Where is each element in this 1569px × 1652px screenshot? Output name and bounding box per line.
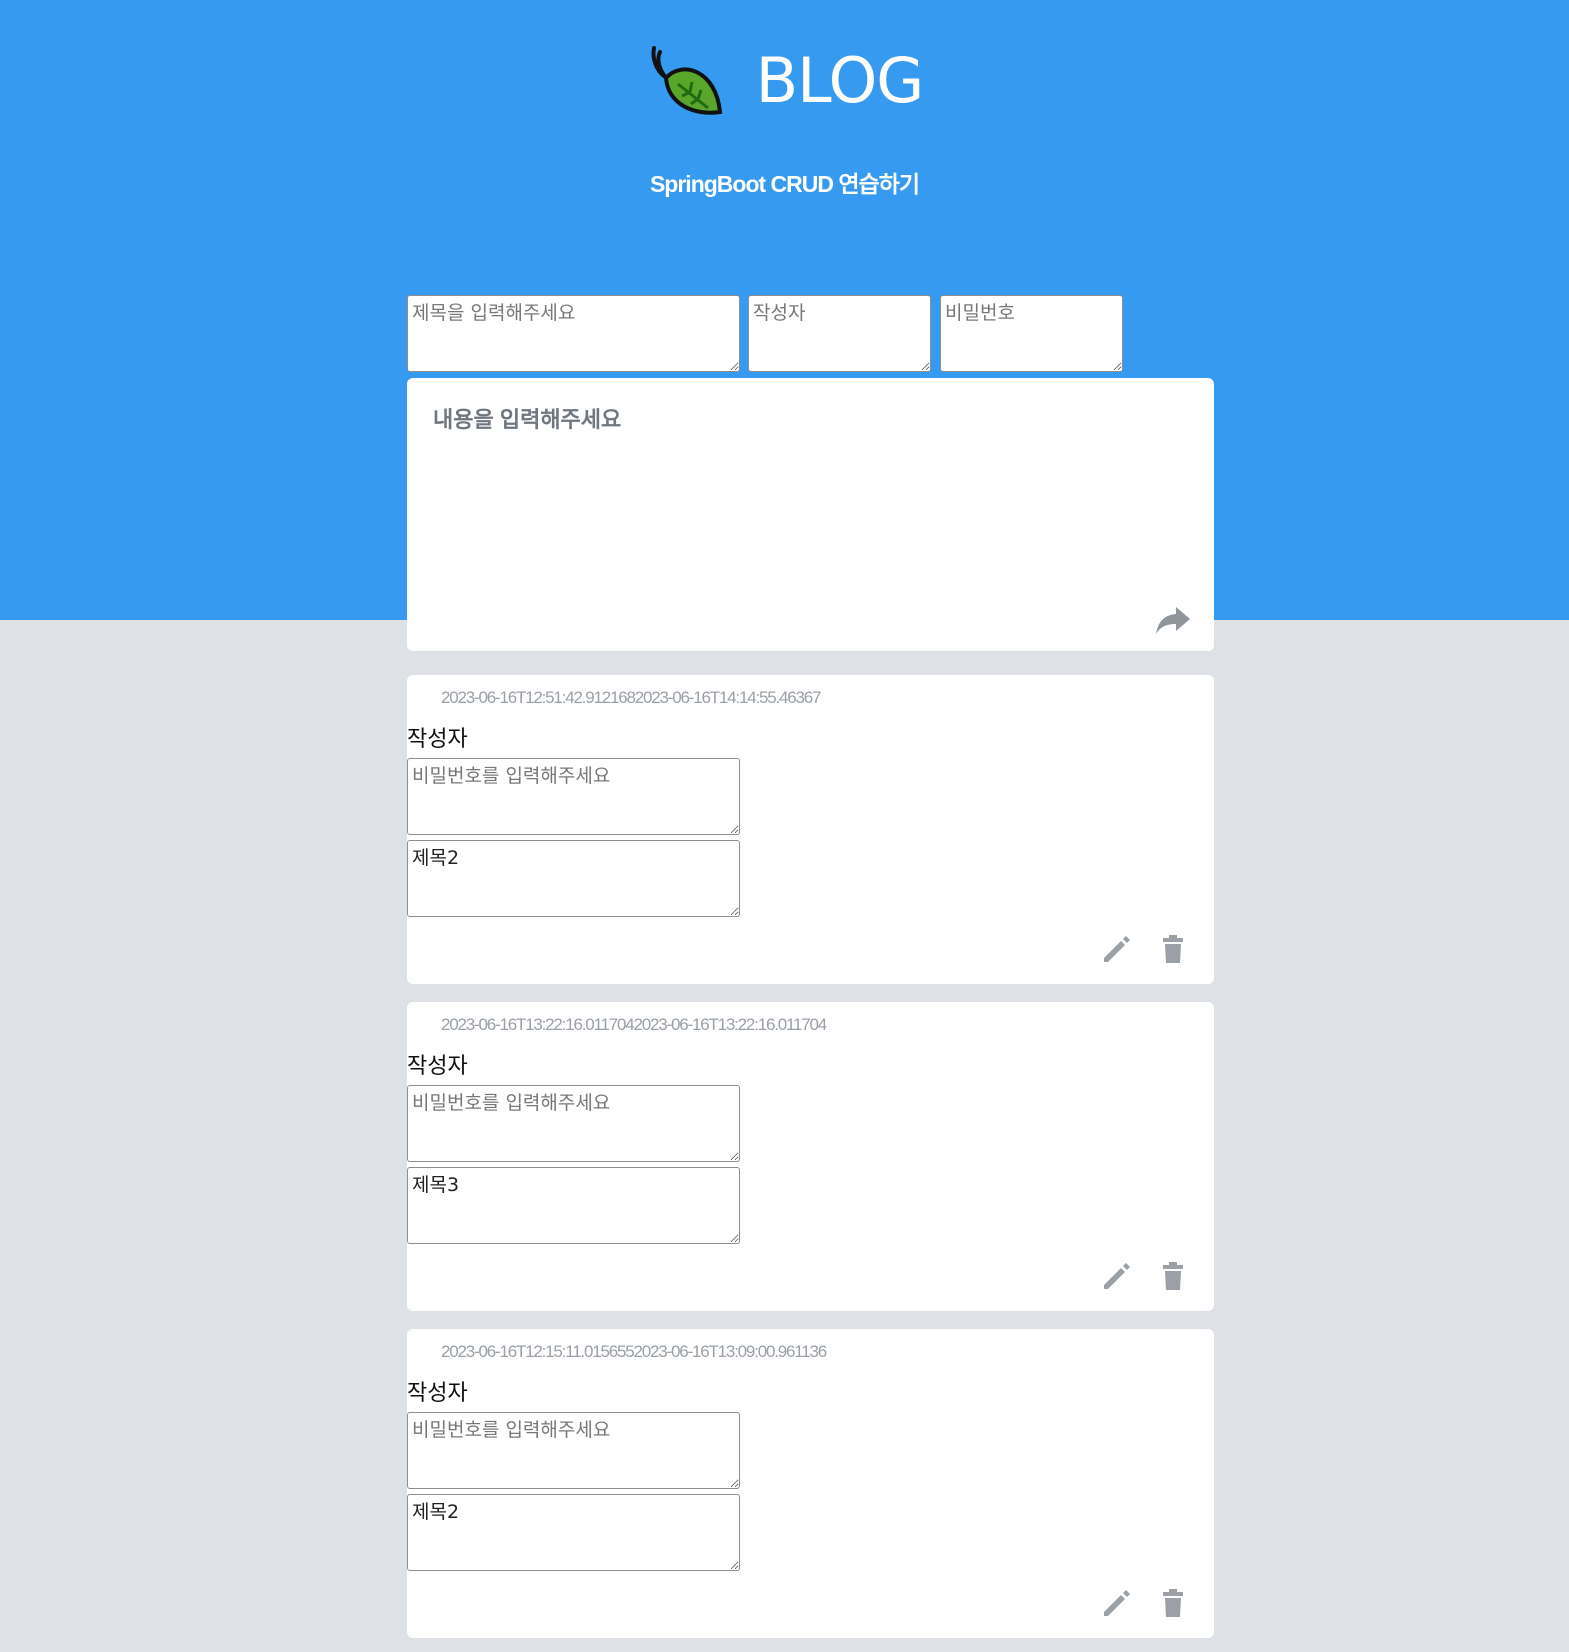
trash-icon[interactable] (1156, 1259, 1190, 1293)
author-input[interactable] (748, 295, 931, 372)
post-dates: 2023-06-16T12:51:42.9121682023-06-16T14:… (441, 688, 821, 707)
pencil-icon[interactable] (1100, 1586, 1134, 1620)
post-card: 2023-06-16T12:15:11.0156552023-06-16T13:… (407, 1329, 1214, 1638)
leaf-logo-icon (646, 42, 726, 120)
post-dates: 2023-06-16T13:22:16.0117042023-06-16T13:… (441, 1015, 827, 1034)
trash-icon[interactable] (1156, 1586, 1190, 1620)
post-title-field[interactable]: 제목2 (407, 840, 740, 917)
post-actions (1100, 1259, 1190, 1293)
password-input[interactable] (940, 295, 1123, 372)
post-password-input[interactable] (407, 1412, 740, 1489)
post-author: 작성자 (407, 1054, 468, 1079)
page-title: BLOG (755, 44, 925, 117)
post-card: 2023-06-16T13:22:16.0117042023-06-16T13:… (407, 1002, 1214, 1311)
content-card (407, 378, 1214, 651)
post-actions (1100, 1586, 1190, 1620)
post-author: 작성자 (407, 1381, 468, 1406)
pencil-icon[interactable] (1100, 932, 1134, 966)
post-author: 작성자 (407, 727, 468, 752)
content-input[interactable] (433, 402, 1173, 602)
share-arrow-icon[interactable] (1154, 603, 1192, 637)
post-title-field[interactable]: 제목3 (407, 1167, 740, 1244)
post-password-input[interactable] (407, 758, 740, 835)
post-title-field[interactable]: 제목2 (407, 1494, 740, 1571)
post-dates: 2023-06-16T12:15:11.0156552023-06-16T13:… (441, 1342, 827, 1361)
trash-icon[interactable] (1156, 932, 1190, 966)
post-password-input[interactable] (407, 1085, 740, 1162)
brand: BLOG (0, 42, 1569, 120)
post-actions (1100, 932, 1190, 966)
page-subtitle: SpringBoot CRUD 연습하기 (649, 171, 920, 197)
pencil-icon[interactable] (1100, 1259, 1134, 1293)
title-input[interactable] (407, 295, 740, 372)
post-card: 2023-06-16T12:51:42.9121682023-06-16T14:… (407, 675, 1214, 984)
